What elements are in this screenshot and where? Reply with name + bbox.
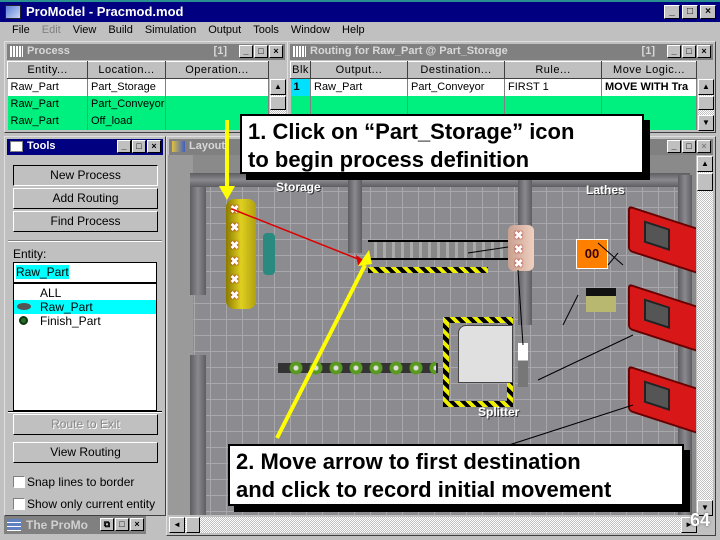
callout-step-1-line1: 1. Click on “Part_Storage” icon xyxy=(248,119,575,144)
slide-number: 64 xyxy=(690,510,711,530)
pointer-arrow-step2 xyxy=(275,264,367,439)
callout-step-2-line1: 2. Move arrow to first destination xyxy=(236,449,581,474)
callout-step-2: 2. Move arrow to first destination and c… xyxy=(228,444,684,506)
callout-step-1: 1. Click on “Part_Storage” icon to begin… xyxy=(240,114,644,174)
callout-step-1-line2: to begin process definition xyxy=(248,147,530,172)
pointer-arrowhead xyxy=(219,186,235,200)
callout-step-2-line2: and click to record initial movement xyxy=(236,477,612,502)
pointer-arrowhead xyxy=(358,250,372,266)
